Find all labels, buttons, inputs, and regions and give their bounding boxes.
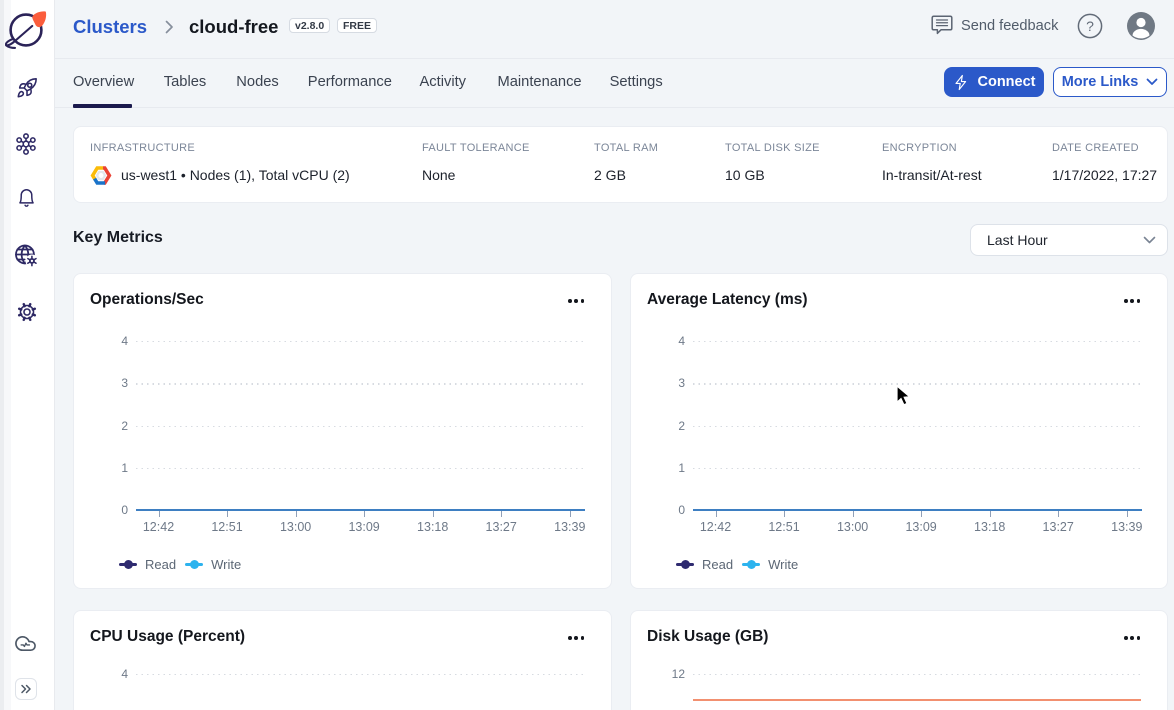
svg-text:?: ? — [1086, 18, 1094, 34]
